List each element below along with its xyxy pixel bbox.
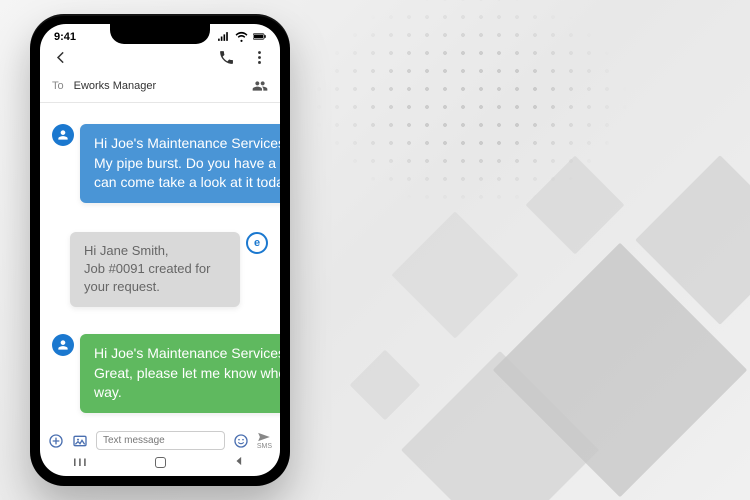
message-row: e Hi Jane Smith, Job #0091 created for y… xyxy=(70,232,268,307)
message-row: Hi Joe's Maintenance Services, My pipe b… xyxy=(52,124,280,203)
back-icon[interactable] xyxy=(52,49,69,66)
phone-screen: 9:41 To Eworks Manager xyxy=(40,24,280,476)
decor-diamond xyxy=(350,350,421,421)
message-bubble-customer: Hi Joe's Maintenance Services, Great, pl… xyxy=(80,334,280,413)
battery-icon xyxy=(253,30,266,43)
person-icon xyxy=(56,338,70,352)
recipient-name: Eworks Manager xyxy=(74,80,242,92)
contacts-icon[interactable] xyxy=(252,78,268,94)
phone-notch xyxy=(110,24,210,44)
send-button[interactable]: SMS xyxy=(257,431,272,450)
decor-diamond xyxy=(391,211,518,338)
image-icon[interactable] xyxy=(72,433,88,449)
app-header xyxy=(40,45,280,72)
nav-recent-icon[interactable]: III xyxy=(73,457,88,469)
message-input[interactable]: Text message xyxy=(96,431,225,450)
nav-back-icon[interactable] xyxy=(233,454,247,471)
recipient-row: To Eworks Manager xyxy=(40,72,280,103)
message-row: Hi Joe's Maintenance Services, Great, pl… xyxy=(52,334,280,413)
message-bubble-eworks: Hi Jane Smith, Job #0091 created for you… xyxy=(70,232,240,307)
nav-home-icon[interactable] xyxy=(155,457,166,468)
phone-frame: 9:41 To Eworks Manager xyxy=(30,14,290,486)
message-bubble-customer: Hi Joe's Maintenance Services, My pipe b… xyxy=(80,124,280,203)
avatar-customer xyxy=(52,124,74,146)
to-label: To xyxy=(52,80,64,92)
android-nav-bar: III xyxy=(40,454,280,471)
send-label: SMS xyxy=(257,443,272,450)
wifi-icon xyxy=(235,30,248,43)
status-time: 9:41 xyxy=(54,31,76,43)
signal-icon xyxy=(217,30,230,43)
more-icon[interactable] xyxy=(251,49,268,66)
message-input-bar: Text message SMS xyxy=(48,431,272,450)
emoji-icon[interactable] xyxy=(233,433,249,449)
add-icon[interactable] xyxy=(48,433,64,449)
person-icon xyxy=(56,128,70,142)
send-icon xyxy=(257,431,271,443)
avatar-customer xyxy=(52,334,74,356)
avatar-eworks: e xyxy=(246,232,268,254)
call-icon[interactable] xyxy=(218,49,235,66)
message-thread: Hi Joe's Maintenance Services, My pipe b… xyxy=(52,124,268,426)
